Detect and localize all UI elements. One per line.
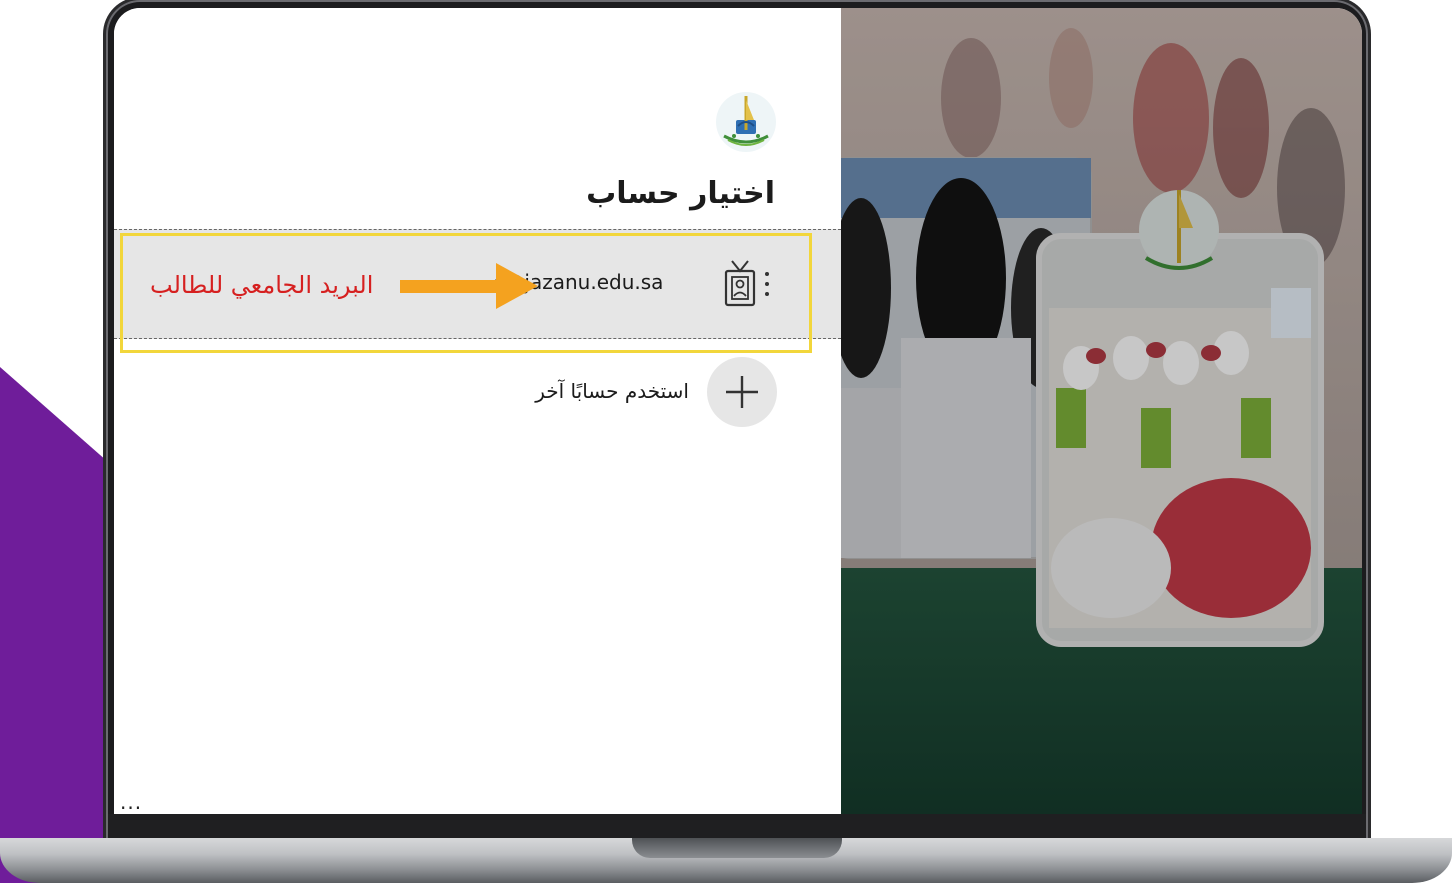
laptop-screen: اختيار حساب s@jazanu.edu.sa البريد الجام… bbox=[114, 8, 1362, 814]
kebab-menu-icon[interactable] bbox=[762, 270, 772, 300]
screen-bezel-bottom bbox=[108, 814, 1366, 840]
more-options-button[interactable]: ... bbox=[120, 790, 142, 814]
annotation-label: البريد الجامعي للطالب bbox=[150, 271, 374, 299]
page-title: اختيار حساب bbox=[586, 176, 775, 211]
badge-icon bbox=[724, 260, 756, 307]
university-logo-icon bbox=[716, 92, 776, 152]
add-account-label[interactable]: استخدم حسابًا آخر bbox=[535, 379, 689, 403]
plus-icon bbox=[726, 376, 758, 408]
arrow-icon bbox=[400, 263, 538, 309]
account-picker-panel: اختيار حساب s@jazanu.edu.sa البريد الجام… bbox=[114, 8, 841, 814]
laptop-base-notch bbox=[632, 838, 842, 858]
add-account-button[interactable] bbox=[707, 357, 777, 427]
background-photo bbox=[841, 8, 1362, 814]
